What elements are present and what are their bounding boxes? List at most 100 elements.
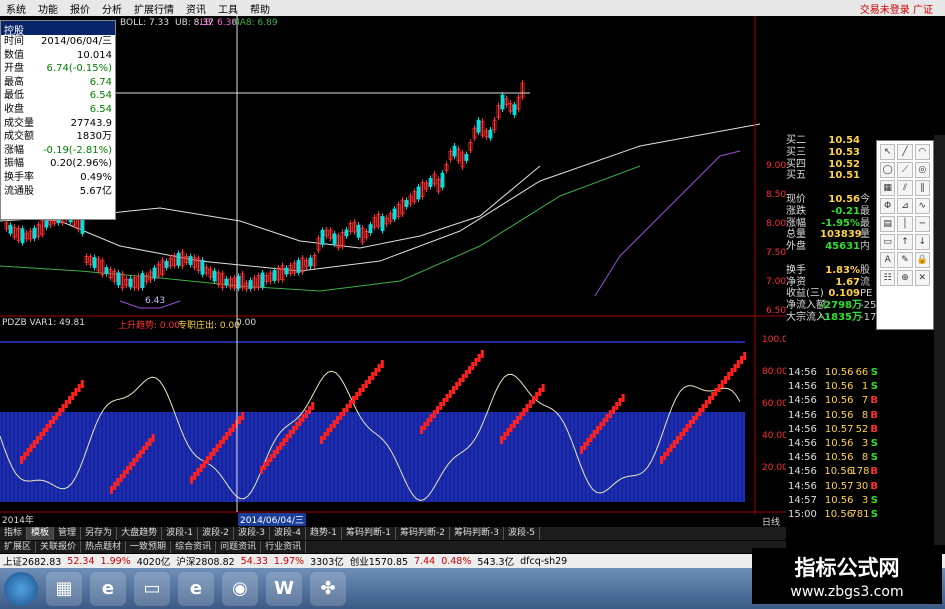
parallel-icon[interactable]: ∥ [914,180,930,196]
tick-row: 14:56 10.56 3 S [788,437,878,451]
order-book-row [786,182,876,194]
red-step-block [71,392,75,400]
line-icon[interactable]: ╱ [897,144,913,160]
chart-area[interactable]: 9.00 8.50 8.00 7.50 7.00 6.50 100.00 80.00 60.00… [0,16,786,526]
folder-icon[interactable]: ▭ [134,571,170,606]
tick-time: 14:56 [788,381,817,393]
arc-icon[interactable]: ◠ [914,144,930,160]
indicator-tab[interactable]: 波段-5 [504,527,540,540]
candle-body [32,227,37,239]
order-book-row: 收益(三) 0.109 PE [786,288,876,300]
red-step-block [276,446,279,454]
candle-body [164,261,169,268]
indicator-tab[interactable]: 筹码判断-2 [396,527,450,540]
indicator-tab[interactable]: 波段-4 [270,527,307,540]
text-icon[interactable]: A [880,252,896,268]
red-step-block [685,424,689,432]
red-step-block [119,474,123,482]
tick-price: 10.57 [824,423,854,435]
red-step-block [532,396,535,404]
wave-icon[interactable]: ∿ [914,198,930,214]
boll-value: BOLL: 7.33 [120,18,170,28]
menu-system[interactable]: 系统 [0,1,32,16]
eraser-icon[interactable]: ✎ [897,252,913,268]
extension-tab[interactable]: 热点题材 [81,541,127,553]
extension-tab[interactable]: 一致预期 [126,541,172,553]
app-icon[interactable]: ✤ [310,571,346,606]
extension-tab[interactable]: 行业资讯 [261,541,307,553]
menu-news[interactable]: 资讯 [180,1,212,16]
gann-icon[interactable]: ⊿ [897,198,913,214]
menu-extended[interactable]: 扩展行情 [128,1,180,16]
channel-icon[interactable]: ⫽ [897,180,913,196]
menu-tools[interactable]: 工具 [212,1,244,16]
indicator-tab[interactable]: 另存为 [81,527,118,540]
indicator-tab[interactable]: 波段-3 [234,527,271,540]
order-book-value: 10.52 [828,158,860,170]
pointer-icon[interactable]: ↖ [880,144,896,160]
price-tick-label: 9.00 [766,161,786,171]
extension-tab[interactable]: 综合资讯 [171,541,217,553]
drawing-toolbox: ↖ ╱ ◠ ◯ ⟋ ◎ ▦ ⫽ ∥ Φ ⊿ ∿ ▤ │ ─ ▭ ↑ ↓ A ✎ 🔒 ☷ ⊕ ✕ [876,140,934,330]
hs-index[interactable]: 沪深2808.82 [173,554,237,568]
info-panel-title[interactable]: 控股 [1,21,115,37]
table-icon[interactable]: ☷ [880,270,896,286]
up-arrow-icon[interactable]: ↑ [897,234,913,250]
order-book-value: 1.67 [835,276,860,288]
sh-index[interactable]: 上证2682.83 [0,554,64,568]
lock-icon[interactable]: 🔒 [914,252,930,268]
tick-side: B [870,409,878,421]
indicator-tab[interactable]: 管理 [54,527,82,540]
start-icon[interactable] [4,571,38,606]
tick-volume: 66 [855,367,869,378]
menu-function[interactable]: 功能 [32,1,64,16]
menu-analysis[interactable]: 分析 [96,1,128,16]
indicator-tab[interactable]: 筹码判断-3 [450,527,504,540]
kline-chart[interactable]: 9.00 8.50 8.00 7.50 7.00 6.50 100.00 80.00 60.00… [0,16,786,514]
cyb-index[interactable]: 创业1570.85 [347,554,411,568]
trash-icon[interactable]: ✕ [914,270,930,286]
red-step-block [263,462,267,470]
indicator-tab[interactable]: 筹码判断-1 [342,527,396,540]
order-book-row: 涨幅 -1.95% 最 [786,218,876,230]
menu-help[interactable]: 帮助 [244,1,276,16]
fib-icon[interactable]: Φ [880,198,896,214]
indicator-tab[interactable]: 波段-1 [162,527,199,540]
fan-icon[interactable]: ⟋ [897,162,913,178]
indicator-tab[interactable]: 趋势-1 [306,527,342,540]
vline-icon[interactable]: │ [897,216,913,232]
login-status[interactable]: 交易未登录 广证 [860,1,945,16]
word-icon[interactable]: W [266,571,302,606]
tick-row: 14:56 10.56 66 S [788,366,878,380]
ie-icon[interactable]: e [90,571,126,606]
menu-quote[interactable]: 报价 [64,1,96,16]
hline-icon[interactable]: ─ [914,216,930,232]
rect-icon[interactable]: ▭ [880,234,896,250]
tick-side: B [870,395,878,407]
extension-tab[interactable]: 关联报价 [36,541,82,553]
firefox-icon[interactable]: ◉ [222,571,258,606]
extension-tab[interactable]: 问题资讯 [216,541,262,553]
cycle-icon[interactable]: ◎ [914,162,930,178]
right-scroll-strip[interactable] [934,135,945,545]
indicator-tab[interactable]: 波段-2 [198,527,235,540]
order-book-extra: 内 [860,241,870,253]
candle-body [368,224,373,234]
down-arrow-icon[interactable]: ↓ [914,234,930,250]
ellipse-icon[interactable]: ◯ [880,162,896,178]
indicator-tab[interactable]: 大盘趋势 [117,527,163,540]
magnet-icon[interactable]: ⊕ [897,270,913,286]
info-row-label: 最低 [4,90,24,102]
extension-tab[interactable]: 扩展区 [0,541,37,553]
red-step-block [32,440,36,448]
indicator-tab[interactable]: 模板 [27,527,55,540]
grid-icon[interactable]: ▦ [880,180,896,196]
indicator-tab[interactable]: 指标 [0,527,28,540]
tick-row: 15:00 10.56 781 S [788,508,878,522]
bars-icon[interactable]: ▤ [880,216,896,232]
explorer-icon[interactable]: ▦ [46,571,82,606]
edge-icon[interactable]: e [178,571,214,606]
sub-dealer-label: 专职庄出: 0.00 [178,321,240,331]
red-step-block [608,410,612,418]
info-panel[interactable]: 控股 时间 2014/06/04/三 数值 10.014 开盘 6.74(-0.15%) 最… [0,20,116,220]
